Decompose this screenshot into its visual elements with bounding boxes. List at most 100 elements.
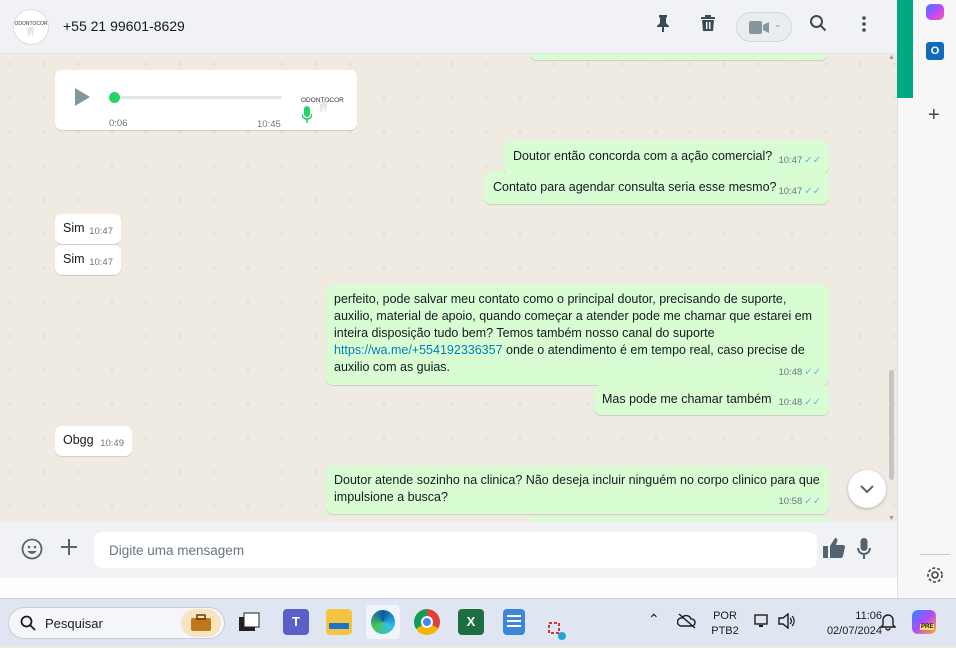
teams-icon[interactable]: T xyxy=(283,609,309,635)
clock-time: 11:06 xyxy=(855,610,882,622)
message-time: 10:47 ✓✓ xyxy=(778,183,821,200)
message-bubble-outgoing[interactable]: perfeito, pode salvar meu contato como o… xyxy=(326,285,829,385)
add-icon[interactable]: + xyxy=(928,104,940,127)
pre-badge: PRE xyxy=(920,624,935,630)
chrome-icon[interactable] xyxy=(414,609,440,635)
message-bubble-incoming[interactable]: Obgg 10:49 xyxy=(55,426,132,456)
message-text: Doutor atende sozinho na clinica? Não de… xyxy=(334,473,820,504)
play-icon[interactable] xyxy=(73,87,91,112)
pin-icon[interactable] xyxy=(650,14,676,40)
snipping-tool-icon[interactable] xyxy=(547,621,569,643)
onedrive-offline-icon[interactable] xyxy=(676,613,697,634)
chat-area: 0:06 10:45 ODONTOCOR 🦷 Doutor então conc… xyxy=(0,54,897,522)
double-check-icon: ✓✓ xyxy=(804,397,821,408)
message-time: 10:47 ✓✓ xyxy=(778,152,821,169)
mic-icon[interactable] xyxy=(852,538,876,562)
language-code: POR xyxy=(713,610,737,622)
double-check-icon: ✓✓ xyxy=(804,186,821,197)
message-time: 10:58 ✓✓ xyxy=(778,493,821,510)
file-explorer-icon[interactable] xyxy=(326,609,352,635)
message-time: 10:47 xyxy=(89,257,113,268)
message-bubble-outgoing[interactable]: Mas pode me chamar também 10:48 ✓✓ xyxy=(594,385,829,415)
double-check-icon: ✓✓ xyxy=(804,496,821,507)
trash-icon[interactable] xyxy=(695,14,721,40)
taskbar-search[interactable]: Pesquisar xyxy=(8,607,225,639)
attach-plus-icon[interactable] xyxy=(57,538,81,562)
double-check-icon: ✓✓ xyxy=(804,367,821,378)
chevron-down-icon xyxy=(860,485,874,494)
notepad-icon[interactable] xyxy=(503,609,525,635)
whatsapp-accent-strip xyxy=(897,0,913,98)
notification-bell-icon[interactable] xyxy=(879,613,897,636)
keyboard-layout: PTB2 xyxy=(711,625,739,637)
time-text: 10:47 xyxy=(778,155,803,166)
whatsapp-window: ODONTOCOR 🦷 +55 21 99601-8629 ⌄ 0:06 10:… xyxy=(0,0,897,578)
audio-progress-knob[interactable] xyxy=(109,92,120,103)
double-check-icon: ✓✓ xyxy=(804,155,821,166)
scrollbar-thumb[interactable] xyxy=(889,370,894,480)
voice-message[interactable]: 0:06 10:45 ODONTOCOR 🦷 xyxy=(55,70,357,130)
message-time: 10:49 xyxy=(100,438,124,449)
audio-track[interactable] xyxy=(115,96,282,99)
copilot-pre-icon[interactable]: PRE xyxy=(912,610,936,634)
chevron-down-icon: ⌄ xyxy=(774,19,782,29)
voice-time: 10:45 xyxy=(257,119,281,130)
message-time: 10:47 xyxy=(89,226,113,237)
chevron-up-icon[interactable]: ⌃ xyxy=(648,611,660,628)
video-call-button[interactable]: ⌄ xyxy=(736,12,792,42)
network-icon[interactable] xyxy=(754,613,770,634)
task-view-icon[interactable] xyxy=(236,609,262,635)
message-time: 10:48 ✓✓ xyxy=(778,394,821,411)
message-bubble-incoming[interactable]: Sim 10:47 xyxy=(55,245,121,275)
sidebar-divider xyxy=(920,554,950,555)
briefcase-icon xyxy=(181,609,221,637)
message-text: Contato para agendar consulta seria esse… xyxy=(493,180,777,194)
time-text: 10:47 xyxy=(778,186,803,197)
partial-message xyxy=(530,54,828,60)
outlook-icon[interactable]: O xyxy=(926,42,944,60)
message-text: Sim xyxy=(63,221,85,235)
message-text: Doutor então concorda com a ação comerci… xyxy=(513,149,773,163)
message-text: perfeito, pode salvar meu contato como o… xyxy=(334,291,824,376)
message-text: Obgg xyxy=(63,433,94,447)
edge-icon[interactable] xyxy=(366,605,400,639)
search-icon[interactable] xyxy=(805,14,831,40)
message-bubble-outgoing[interactable]: Contato para agendar consulta seria esse… xyxy=(484,172,829,204)
message-text-part: perfeito, pode salvar meu contato como o… xyxy=(334,292,813,340)
thumbs-up-icon[interactable] xyxy=(822,538,846,562)
message-text: Sim xyxy=(63,252,85,266)
message-text: Mas pode me chamar também xyxy=(602,392,772,406)
window-bottom-gap xyxy=(0,578,897,598)
emoji-icon[interactable] xyxy=(20,538,44,562)
time-text: 10:48 xyxy=(778,367,803,378)
contact-name[interactable]: +55 21 99601-8629 xyxy=(63,18,185,34)
support-link[interactable]: https://wa.me/+554192336357 xyxy=(334,343,503,357)
copilot-icon[interactable] xyxy=(926,4,944,20)
menu-icon[interactable] xyxy=(851,14,877,40)
language-indicator[interactable]: POR PTB2 xyxy=(705,609,745,639)
clock[interactable]: 11:06 02/07/2024 xyxy=(806,609,882,639)
scroll-to-bottom-button[interactable] xyxy=(848,470,886,508)
message-bubble-outgoing[interactable]: Doutor então concorda com a ação comerci… xyxy=(503,141,829,173)
message-input[interactable] xyxy=(94,532,817,568)
chat-header: ODONTOCOR 🦷 +55 21 99601-8629 ⌄ xyxy=(0,0,897,54)
excel-icon[interactable]: X xyxy=(458,609,484,635)
message-time: 10:48 ✓✓ xyxy=(778,364,821,381)
scroll-up-arrow-icon[interactable]: ▲ xyxy=(888,54,895,61)
time-text: 10:48 xyxy=(778,397,803,408)
message-bubble-outgoing[interactable]: Doutor atende sozinho na clinica? Não de… xyxy=(326,466,829,514)
tooth-icon: 🦷 xyxy=(317,102,330,113)
message-bubble-incoming[interactable]: Sim 10:47 xyxy=(55,214,121,244)
search-placeholder: Pesquisar xyxy=(45,616,103,631)
avatar[interactable]: ODONTOCOR 🦷 xyxy=(13,9,49,45)
search-icon xyxy=(20,615,36,636)
tooth-icon: 🦷 xyxy=(25,27,37,37)
windows-taskbar: Pesquisar T X ⌃ POR PTB2 11:06 02/07/202… xyxy=(0,598,956,646)
volume-icon[interactable] xyxy=(778,612,796,634)
settings-gear-icon[interactable] xyxy=(926,566,944,589)
video-call-icon xyxy=(749,21,769,39)
compose-bar xyxy=(0,522,897,578)
time-text: 10:58 xyxy=(778,496,803,507)
mic-icon xyxy=(301,106,313,129)
scroll-down-arrow-icon[interactable]: ▼ xyxy=(888,515,895,522)
